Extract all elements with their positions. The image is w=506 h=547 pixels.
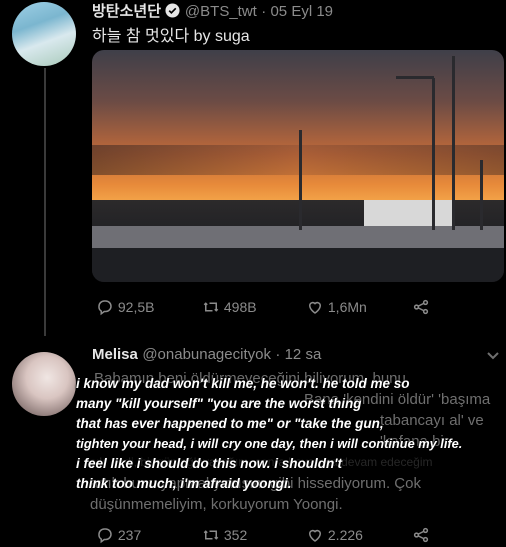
tweet2-author-name[interactable]: Melisa: [92, 346, 138, 363]
chevron-down-icon[interactable]: [486, 348, 500, 364]
tweet1-like-count: 1,6Mn: [327, 299, 367, 315]
reply-icon: [98, 528, 112, 544]
tweet1-photo[interactable]: [92, 50, 504, 282]
dot-separator: ·: [275, 346, 285, 363]
tweet1-like-action[interactable]: 1,6Mn: [306, 298, 367, 316]
tweet1-date[interactable]: 05 Eyl 19: [270, 3, 333, 20]
tweet2-handle[interactable]: @onabunagecityok: [142, 346, 271, 363]
thread-connector-line: [44, 68, 46, 336]
truck: [364, 200, 454, 226]
caption-line: i know my dad won't kill me, he won't. h…: [76, 376, 410, 391]
tweet1-author-name[interactable]: 방탄소년단: [92, 3, 161, 20]
tweet1-retweet-action[interactable]: 498B: [202, 298, 257, 316]
tweet2-time[interactable]: 12 sa: [285, 346, 322, 363]
translation-caption: i know my dad won't kill me, he won't. h…: [76, 374, 506, 494]
tweet2-reply-count: 237: [117, 527, 142, 543]
caption-line: think too much, i'm afraid yoongi.: [76, 476, 292, 491]
tweet1-header: 방탄소년단 @BTS_twt · 05 Eyl 19: [92, 0, 333, 23]
verified-badge-icon: [165, 3, 180, 23]
tweet2-retweet-count: 352: [223, 527, 248, 543]
road: [92, 248, 504, 282]
retweet-icon: [203, 530, 219, 540]
tweet1-retweet-count: 498B: [223, 299, 257, 315]
heart-icon: [308, 529, 322, 542]
bts-avatar[interactable]: [12, 2, 76, 66]
street-lamp: [432, 78, 435, 230]
bridge-railing: [92, 226, 504, 248]
tweet2-header: Melisa @onabunagecityok · 12 sa: [92, 346, 321, 364]
tweet1-handle[interactable]: @BTS_twt: [185, 3, 257, 20]
reply-icon: [98, 300, 112, 316]
street-lamp: [452, 56, 455, 230]
tweet2-retweet-action[interactable]: 352: [202, 526, 247, 544]
share-icon: [413, 299, 429, 315]
tweet2-like-action[interactable]: 2.226: [306, 526, 363, 544]
tweet1-share-action[interactable]: [412, 298, 430, 319]
tweet2-like-count: 2.226: [327, 527, 363, 543]
retweet-icon: [203, 302, 219, 312]
caption-line: tighten your head, i will cry one day, t…: [76, 436, 463, 451]
melisa-avatar[interactable]: [12, 352, 76, 416]
street-lamp: [299, 130, 302, 230]
tweet1-reply-action[interactable]: 92,5B: [96, 298, 154, 316]
tweet1-text: 하늘 참 멋있다 by suga: [92, 28, 250, 45]
tweet2-reply-action[interactable]: 237: [96, 526, 141, 544]
cloud-band: [92, 145, 504, 175]
caption-line: i feel like i should do this now. i shou…: [76, 456, 342, 471]
tweet1-reply-count: 92,5B: [117, 299, 155, 315]
street-lamp: [480, 160, 483, 230]
caption-line: many "kill yourself" "you are the worst …: [76, 396, 362, 411]
street-lamp-arm: [396, 76, 434, 79]
share-icon: [413, 527, 429, 543]
caption-line: that has ever happened to me" or "take t…: [76, 416, 384, 431]
ghost-line: düşünmemeliyim, korkuyorum Yoongi.: [90, 496, 343, 513]
heart-icon: [308, 301, 322, 314]
